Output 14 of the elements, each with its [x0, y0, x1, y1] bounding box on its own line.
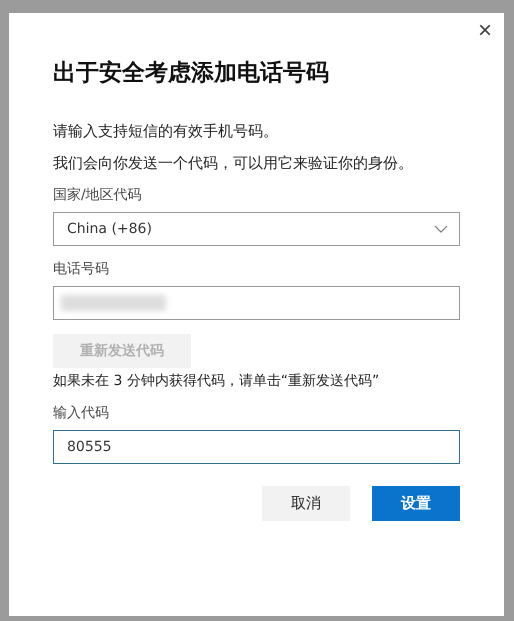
dialog-title: 出于安全考虑添加电话号码 — [53, 59, 330, 88]
country-dropdown[interactable]: China (+86) — [53, 212, 460, 246]
cancel-button[interactable]: 取消 — [262, 486, 350, 521]
field-label: 电话号码 — [53, 260, 110, 278]
code-field[interactable]: 80555 — [53, 430, 460, 464]
instruction-text: 请输入支持短信的有效手机号码。 — [53, 122, 279, 141]
confirm-button[interactable]: 设置 — [372, 486, 460, 521]
hint-text: 如果未在 3 分钟内获得代码，请单击“重新发送代码” — [53, 372, 380, 390]
chevron-down-icon — [434, 225, 448, 233]
field-label: 输入代码 — [53, 404, 110, 422]
field-label: 国家/地区代码 — [53, 186, 143, 204]
phone-field[interactable] — [53, 286, 460, 320]
instruction-text: 我们会向你发送一个代码，可以用它来验证你的身份。 — [53, 154, 414, 173]
close-button[interactable]: × — [474, 19, 496, 43]
